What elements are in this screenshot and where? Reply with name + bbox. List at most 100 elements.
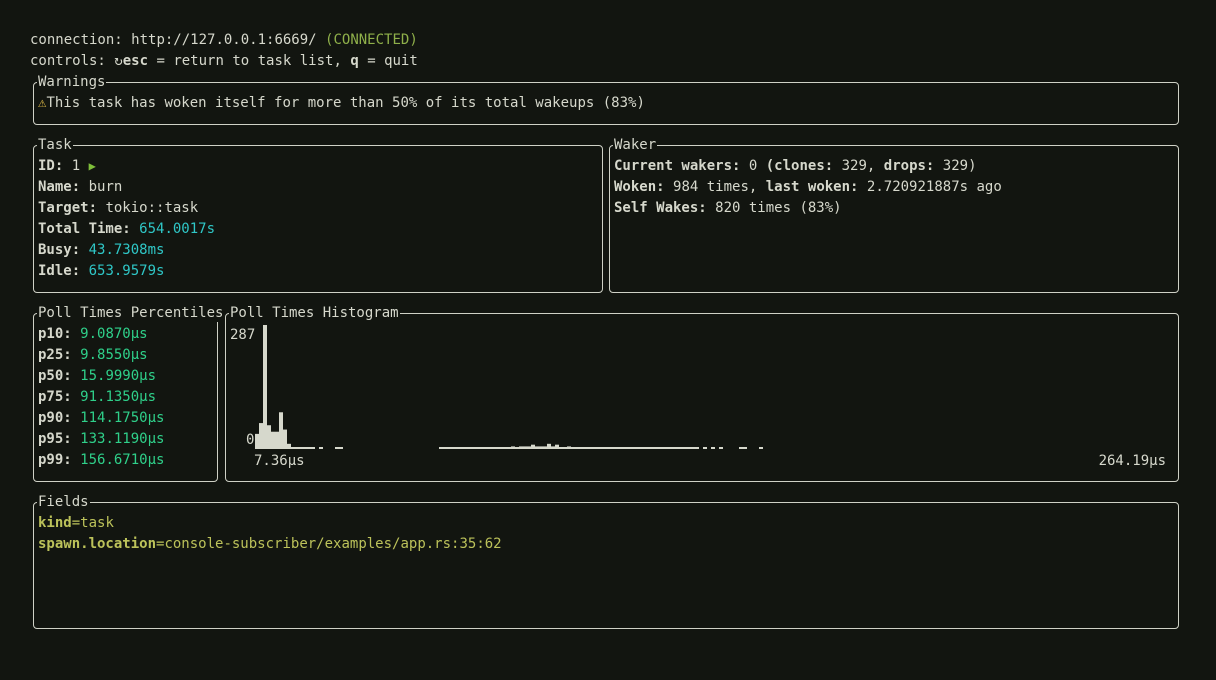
histogram-bar	[599, 447, 603, 449]
histogram-bar	[587, 447, 591, 449]
waker-last-value: 2.720921887s ago	[866, 179, 1002, 195]
histogram-x-max: 264.19µs	[1098, 453, 1166, 469]
percentile-value: 133.1190µs	[80, 431, 165, 447]
histogram-bar	[643, 447, 647, 449]
histogram-bar	[519, 446, 523, 449]
histogram-bar	[287, 443, 291, 449]
histogram-bar	[567, 446, 571, 449]
histogram-bar	[471, 447, 475, 449]
histogram-y-min: 0	[246, 432, 255, 448]
waker-drops-value: 329)	[942, 158, 977, 174]
percentile-value: 114.1750µs	[80, 410, 165, 426]
histogram-bar	[531, 444, 535, 449]
percentile-label: p95:	[38, 431, 72, 447]
histogram-bar	[547, 443, 551, 449]
percentile-label: p50:	[38, 368, 72, 384]
histogram-bar	[571, 447, 575, 449]
histogram-bar	[675, 447, 679, 449]
percentile-label: p10:	[38, 326, 72, 342]
task-panel: Task ID: 1 ▶ Name: burn Target: tokio::t…	[33, 136, 603, 293]
percentile-value: 9.0870µs	[80, 326, 148, 342]
histogram-bar	[539, 446, 543, 449]
waker-self-label: Self Wakes:	[614, 200, 707, 216]
percentile-row: p25: 9.8550µs	[38, 345, 164, 366]
histogram-bar	[591, 447, 595, 449]
histogram-bar	[623, 447, 627, 449]
histogram-bar	[339, 447, 343, 449]
histogram-bar	[667, 447, 671, 449]
histogram-bar	[759, 447, 763, 449]
esc-key[interactable]: esc	[123, 53, 148, 69]
histogram-bar	[283, 429, 287, 449]
histogram-bar	[611, 447, 615, 449]
histogram-bar	[579, 447, 583, 449]
waker-woken-label: Woken:	[614, 179, 665, 195]
histogram-bar	[687, 447, 691, 449]
play-icon: ▶	[88, 159, 96, 173]
controls-label: controls:	[30, 53, 106, 69]
waker-clones-label: (clones:	[765, 158, 834, 174]
percentiles-title: Poll Times Percentiles	[37, 304, 225, 322]
histogram-bar	[479, 447, 483, 449]
waker-clones-value: 329,	[841, 158, 876, 174]
histogram-bar	[307, 447, 311, 449]
histogram-bar	[487, 447, 491, 449]
histogram-bar	[263, 325, 267, 449]
task-id-value: 1	[71, 158, 81, 174]
histogram-bar	[491, 447, 495, 449]
percentile-label: p75:	[38, 389, 72, 405]
task-total-label: Total Time:	[38, 221, 131, 237]
task-idle-value: 653.9579s	[88, 263, 165, 279]
histogram-bar	[515, 447, 519, 449]
histogram-bar	[563, 447, 567, 449]
percentile-value: 15.9990µs	[80, 368, 157, 384]
histogram-bar	[299, 447, 303, 449]
histogram-bar	[523, 446, 527, 449]
task-title: Task	[37, 136, 73, 154]
waker-panel: Waker Current wakers: 0 (clones: 329, dr…	[609, 136, 1179, 293]
fields-title: Fields	[37, 493, 90, 511]
field-row: kind=task	[38, 513, 502, 534]
histogram-bar	[631, 447, 635, 449]
histogram-bar	[691, 447, 695, 449]
histogram-bar	[551, 446, 555, 449]
histogram-bar	[271, 431, 275, 449]
waker-current-row: Current wakers: 0 (clones: 329, drops: 3…	[614, 156, 1002, 177]
connection-url: http://127.0.0.1:6669/	[131, 32, 317, 48]
fields-panel: Fields kind=task spawn.location=console-…	[33, 493, 1179, 629]
waker-current-value: 0	[748, 158, 758, 174]
histogram-bar	[303, 447, 307, 449]
histogram-bar	[495, 447, 499, 449]
histogram-bar	[695, 447, 699, 449]
histogram-bar	[619, 447, 623, 449]
histogram-bar	[467, 447, 471, 449]
histogram-bar	[527, 446, 531, 449]
waker-current-label: Current wakers:	[614, 158, 741, 174]
histogram-bar	[739, 447, 743, 449]
warnings-title: Warnings	[37, 73, 107, 91]
connection-line: connection: http://127.0.0.1:6669/ (CONN…	[30, 30, 418, 51]
histogram-bar	[615, 447, 619, 449]
histogram-bar	[503, 447, 507, 449]
percentile-value: 9.8550µs	[80, 347, 148, 363]
waker-self-row: Self Wakes: 820 times (83%)	[614, 198, 1002, 219]
percentile-row: p99: 156.6710µs	[38, 450, 164, 471]
histogram-bar	[575, 447, 579, 449]
task-idle-label: Idle:	[38, 263, 81, 279]
task-busy-value: 43.7308ms	[88, 242, 165, 258]
histogram-bar	[639, 447, 643, 449]
histogram-bar	[335, 447, 339, 449]
histogram-bar	[655, 447, 659, 449]
percentile-row: p95: 133.1190µs	[38, 429, 164, 450]
q-key[interactable]: q	[350, 53, 358, 69]
q-description: = quit	[367, 53, 418, 69]
percentile-label: p90:	[38, 410, 72, 426]
percentile-value: 91.1350µs	[80, 389, 157, 405]
histogram-panel: Poll Times Histogram 287 0 7.36µs 264.19…	[225, 304, 1179, 482]
histogram-bar	[711, 447, 715, 449]
histogram-bar	[459, 447, 463, 449]
task-id-row: ID: 1 ▶	[38, 156, 215, 177]
task-total-value: 654.0017s	[139, 221, 216, 237]
histogram-y-max: 287	[230, 327, 256, 343]
histogram-bar	[255, 433, 259, 449]
